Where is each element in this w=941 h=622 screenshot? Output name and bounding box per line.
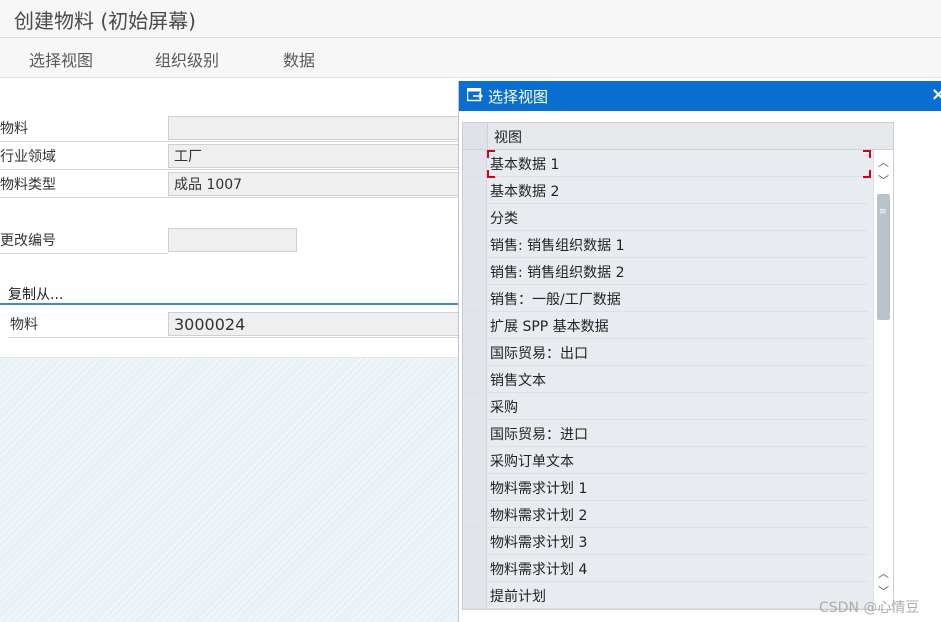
dialog-title: 选择视图 — [488, 88, 549, 106]
view-label: 采购订单文本 — [490, 454, 574, 470]
view-label: 扩展 SPP 基本数据 — [490, 319, 609, 335]
grip-icon: ≡ — [879, 207, 887, 217]
material-type-label: 物料类型 — [0, 177, 56, 193]
copy-material-label: 物料 — [10, 317, 38, 333]
row-select-cell[interactable] — [463, 366, 487, 392]
view-row[interactable]: 采购订单文本 — [463, 447, 869, 474]
section-divider — [0, 357, 460, 358]
row-select-cell[interactable] — [463, 474, 487, 500]
menu-data[interactable]: 数据 — [283, 47, 315, 71]
row-select-cell[interactable] — [463, 555, 487, 581]
menu-bar: 选择视图 组织级别 数据 — [0, 38, 941, 78]
view-row[interactable]: 销售：一般/工厂数据 — [463, 285, 869, 312]
view-row[interactable]: 物料需求计划 2 — [463, 501, 869, 528]
row-select-cell[interactable] — [463, 150, 487, 176]
view-label: 销售: 销售组织数据 1 — [490, 238, 625, 254]
row-divider — [0, 169, 460, 170]
row-select-cell[interactable] — [463, 177, 487, 203]
row-select-cell[interactable] — [463, 447, 487, 473]
title-bar: 创建物料 (初始屏幕) — [0, 0, 941, 38]
view-row[interactable]: 物料需求计划 4 — [463, 555, 869, 582]
view-row[interactable]: 基本数据 2 — [463, 177, 869, 204]
menu-select-view[interactable]: 选择视图 — [29, 47, 93, 71]
view-label: 国际贸易：出口 — [490, 346, 588, 362]
background-hatch — [0, 358, 460, 622]
row-divider — [0, 253, 168, 254]
row-select-cell[interactable] — [463, 204, 487, 230]
material-input[interactable] — [168, 116, 460, 140]
view-row[interactable]: 采购 — [463, 393, 869, 420]
view-row[interactable]: 扩展 SPP 基本数据 — [463, 312, 869, 339]
select-view-icon — [467, 88, 483, 102]
row-select-cell[interactable] — [463, 501, 487, 527]
row-select-cell[interactable] — [463, 393, 487, 419]
view-row[interactable]: 国际贸易：出口 — [463, 339, 869, 366]
view-row[interactable]: 销售: 销售组织数据 1 — [463, 231, 869, 258]
view-label: 物料需求计划 4 — [490, 562, 588, 578]
row-select-cell[interactable] — [463, 420, 487, 446]
view-label: 物料需求计划 2 — [490, 508, 588, 524]
row-divider — [0, 197, 460, 198]
view-label: 物料需求计划 1 — [490, 481, 588, 497]
table-header: 视图 — [463, 123, 893, 150]
scroll-down-icon[interactable]: ﹀ — [878, 172, 889, 188]
row-select-cell[interactable] — [463, 258, 487, 284]
view-label: 采购 — [490, 400, 518, 416]
view-row[interactable]: 销售: 销售组织数据 2 — [463, 258, 869, 285]
row-select-cell[interactable] — [463, 582, 487, 608]
scroll-page-up-icon[interactable]: ︿ — [878, 565, 889, 581]
column-header-view[interactable]: 视图 — [494, 127, 522, 147]
view-label: 国际贸易：进口 — [490, 427, 588, 443]
view-row[interactable]: 提前计划 — [463, 582, 869, 609]
close-icon[interactable]: × — [931, 84, 941, 105]
row-select-cell[interactable] — [463, 285, 487, 311]
view-row[interactable]: 销售文本 — [463, 366, 869, 393]
watermark-text: CSDN @心情豆 — [819, 600, 920, 616]
row-select-cell[interactable] — [463, 528, 487, 554]
view-label: 分类 — [490, 211, 518, 227]
view-label: 销售: 销售组织数据 2 — [490, 265, 625, 281]
view-label: 销售：一般/工厂数据 — [490, 292, 621, 308]
focus-corner-marker — [487, 150, 495, 158]
copy-from-title: 复制从... — [8, 287, 64, 303]
select-all-cell[interactable] — [463, 123, 488, 149]
menu-org-levels[interactable]: 组织级别 — [155, 47, 219, 71]
industry-sector-label: 行业领域 — [0, 149, 56, 165]
group-divider — [0, 303, 460, 305]
dialog-header: 选择视图 × — [459, 81, 941, 111]
view-label: 销售文本 — [490, 373, 546, 389]
view-label: 基本数据 2 — [490, 184, 560, 200]
view-row[interactable]: 基本数据 1 — [463, 150, 871, 178]
view-row[interactable]: 物料需求计划 1 — [463, 474, 869, 501]
focus-corner-marker — [863, 150, 871, 158]
change-number-input[interactable] — [168, 228, 297, 252]
row-select-cell[interactable] — [463, 231, 487, 257]
view-label: 物料需求计划 3 — [490, 535, 588, 551]
row-select-cell[interactable] — [463, 339, 487, 365]
change-number-label: 更改编号 — [0, 233, 56, 249]
material-type-input[interactable]: 成品 1007 — [168, 172, 460, 196]
dialog-frame-edge — [893, 122, 894, 610]
window-title: 创建物料 (初始屏幕) — [14, 9, 196, 33]
material-label: 物料 — [0, 121, 28, 137]
row-divider — [8, 337, 460, 338]
vertical-scrollbar[interactable]: ︿ ﹀ ≡ ︿ ﹀ — [873, 150, 893, 609]
view-label: 提前计划 — [490, 589, 546, 605]
view-row[interactable]: 国际贸易：进口 — [463, 420, 869, 447]
view-row[interactable]: 物料需求计划 3 — [463, 528, 869, 555]
scroll-up-icon[interactable]: ︿ — [878, 154, 889, 170]
view-row[interactable]: 分类 — [463, 204, 869, 231]
industry-sector-input[interactable]: 工厂 — [168, 144, 460, 168]
views-table: 视图 基本数据 1 基本数据 2 分类销售: 销售组织数据 1 销售: 销售组织数据 … — [462, 122, 894, 610]
view-label: 基本数据 1 — [490, 157, 560, 173]
row-select-cell[interactable] — [463, 312, 487, 338]
copy-material-input[interactable]: 3000024 — [168, 312, 460, 336]
select-view-dialog: 选择视图 × 视图 基本数据 1 基本数据 2 分类销售: 销售组织数据 1 销售: … — [458, 81, 941, 622]
row-divider — [0, 141, 460, 142]
